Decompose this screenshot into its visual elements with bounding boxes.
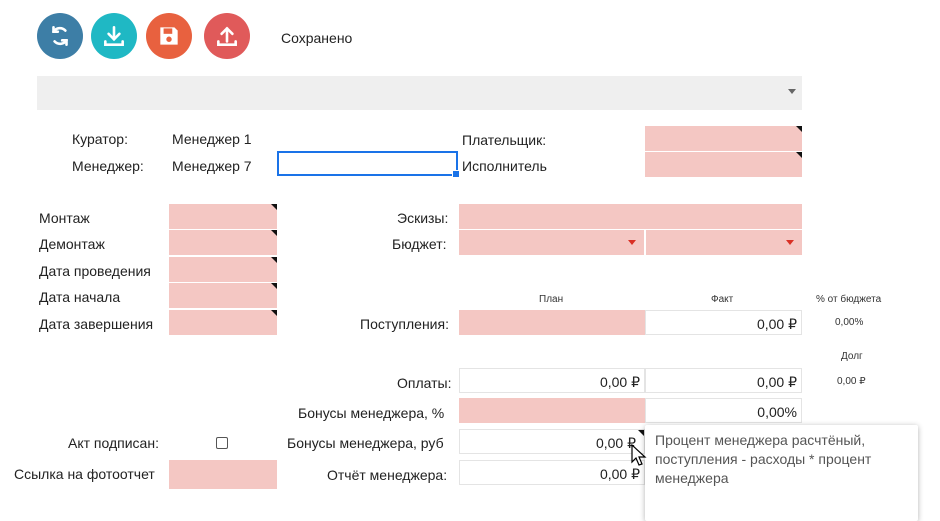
budget-select-2[interactable] bbox=[646, 230, 802, 255]
start-date-field[interactable] bbox=[169, 283, 277, 308]
income-label: Поступления: bbox=[360, 316, 449, 332]
manager-label: Менеджер: bbox=[72, 158, 144, 174]
bonus-percent-fact-value: 0,00% bbox=[757, 404, 797, 420]
curator-label: Куратор: bbox=[72, 131, 128, 147]
photo-report-field[interactable] bbox=[169, 460, 277, 489]
photo-report-label: Ссылка на фотоотчет bbox=[14, 466, 155, 482]
bonus-rub-value: 0,00 ₽ bbox=[595, 435, 636, 451]
mouse-cursor-icon bbox=[631, 444, 647, 466]
mounting-label: Монтаж bbox=[39, 210, 90, 226]
sketches-label: Эскизы: bbox=[397, 210, 449, 226]
payments-fact-value: 0,00 ₽ bbox=[756, 374, 797, 390]
note-tooltip: Процент менеджера расчтёный, поступления… bbox=[645, 425, 918, 521]
income-fact-value: 0,00 ₽ bbox=[756, 316, 797, 332]
upload-button[interactable] bbox=[204, 13, 250, 59]
download-icon bbox=[104, 26, 124, 46]
income-plan-field[interactable] bbox=[459, 310, 645, 335]
note-tooltip-text: Процент менеджера расчтёный, поступления… bbox=[655, 432, 872, 486]
project-select[interactable] bbox=[37, 76, 802, 110]
income-percent: 0,00% bbox=[835, 317, 864, 328]
save-status: Сохранено bbox=[281, 30, 353, 46]
dismounting-label: Демонтаж bbox=[39, 236, 105, 252]
bonus-percent-field[interactable] bbox=[459, 398, 645, 423]
act-signed-label: Акт подписан: bbox=[68, 435, 159, 451]
percent-header: % от бюджета bbox=[816, 294, 882, 305]
bonus-percent-fact-cell[interactable]: 0,00% bbox=[645, 398, 802, 423]
executor-label: Исполнитель bbox=[462, 158, 547, 174]
budget-select-1[interactable] bbox=[459, 230, 644, 255]
payer-label: Плательщик: bbox=[462, 132, 547, 148]
dropdown-arrow-icon bbox=[786, 240, 794, 245]
download-button[interactable] bbox=[91, 13, 137, 59]
payments-fact-cell[interactable]: 0,00 ₽ bbox=[645, 368, 802, 393]
payments-plan-cell[interactable]: 0,00 ₽ bbox=[459, 368, 645, 393]
refresh-icon bbox=[52, 26, 68, 46]
curator-value: Менеджер 1 bbox=[172, 131, 252, 147]
budget-label: Бюджет: bbox=[392, 236, 447, 252]
fact-header: Факт bbox=[711, 294, 734, 305]
event-date-label: Дата проведения bbox=[39, 263, 151, 279]
report-cell[interactable]: 0,00 ₽ bbox=[459, 460, 645, 485]
bonus-percent-label: Бонусы менеджера, % bbox=[298, 405, 445, 421]
report-value: 0,00 ₽ bbox=[599, 466, 640, 482]
fill-handle[interactable] bbox=[452, 170, 460, 178]
payments-debt: 0,00 ₽ bbox=[837, 376, 866, 387]
dismounting-field[interactable] bbox=[169, 230, 277, 255]
sketches-field[interactable] bbox=[459, 204, 802, 229]
end-date-label: Дата завершения bbox=[39, 316, 154, 332]
executor-field[interactable] bbox=[645, 152, 802, 177]
selected-cell[interactable] bbox=[277, 151, 460, 178]
payer-field[interactable] bbox=[645, 126, 802, 151]
chevron-down-icon bbox=[788, 89, 796, 94]
manager-value: Менеджер 7 bbox=[172, 158, 252, 174]
income-fact-cell[interactable]: 0,00 ₽ bbox=[645, 310, 802, 335]
end-date-field[interactable] bbox=[169, 310, 277, 335]
start-date-label: Дата начала bbox=[39, 289, 121, 305]
upload-icon bbox=[217, 26, 237, 46]
plan-header: План bbox=[539, 294, 564, 305]
floppy-disk-icon bbox=[160, 27, 178, 45]
event-date-field[interactable] bbox=[169, 257, 277, 282]
debt-header: Долг bbox=[841, 351, 863, 362]
bonus-rub-label: Бонусы менеджера, руб bbox=[287, 435, 444, 451]
bonus-rub-cell[interactable]: 0,00 ₽ bbox=[459, 429, 645, 454]
payments-label: Оплаты: bbox=[397, 375, 452, 391]
refresh-button[interactable] bbox=[37, 13, 83, 59]
act-signed-checkbox[interactable] bbox=[216, 437, 228, 449]
mounting-field[interactable] bbox=[169, 204, 277, 229]
save-button[interactable] bbox=[146, 13, 192, 59]
dropdown-arrow-icon bbox=[628, 240, 636, 245]
report-label: Отчёт менеджера: bbox=[327, 467, 448, 483]
payments-plan-value: 0,00 ₽ bbox=[599, 374, 640, 390]
